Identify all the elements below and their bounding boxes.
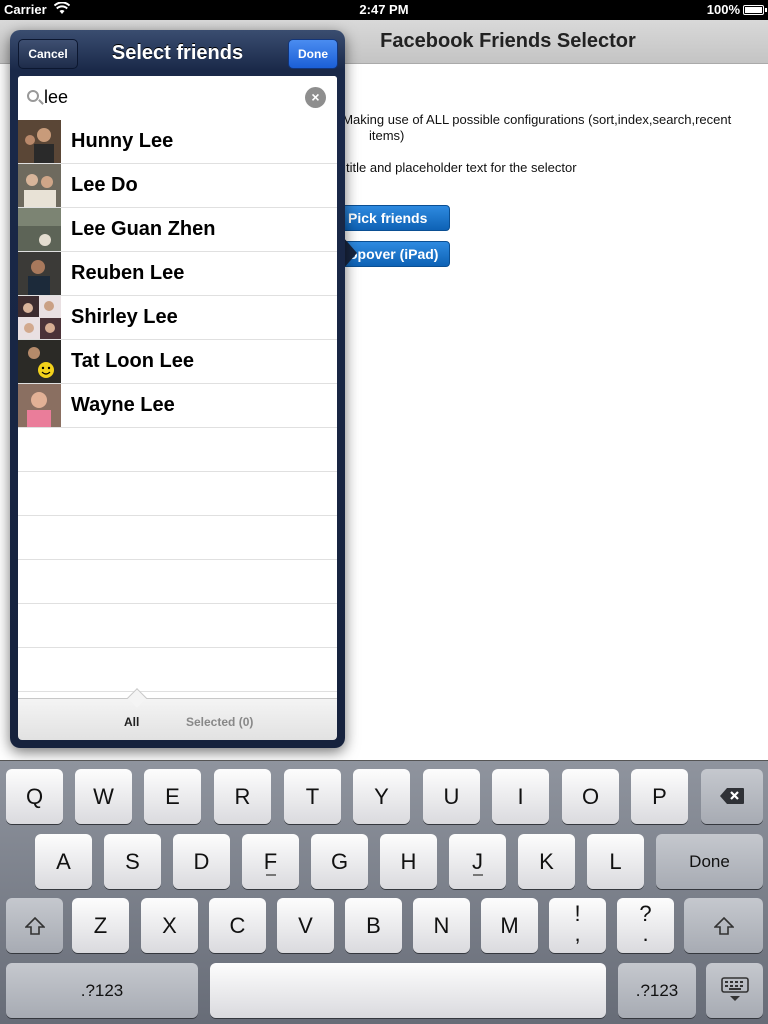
key-b[interactable]: B [345, 898, 402, 953]
key-s[interactable]: S [104, 834, 161, 889]
keyboard-dismiss-icon [720, 977, 749, 1001]
friend-name: Shirley Lee [71, 306, 178, 328]
key-t[interactable]: T [284, 769, 341, 824]
key-o[interactable]: O [562, 769, 619, 824]
friend-name: Lee Do [71, 174, 138, 196]
key-question-period[interactable]: ? . [617, 898, 674, 953]
status-bar: Carrier 2:47 PM 100% [0, 0, 768, 20]
key-e[interactable]: E [144, 769, 201, 824]
key-r[interactable]: R [214, 769, 271, 824]
empty-row [18, 516, 337, 560]
key-x[interactable]: X [141, 898, 198, 953]
search-input[interactable] [44, 87, 304, 108]
avatar [18, 340, 61, 383]
battery-percent: 100% [706, 2, 740, 17]
search-bar: × [18, 76, 337, 120]
shift-icon [23, 916, 46, 935]
backspace-button[interactable] [701, 769, 763, 824]
key-n[interactable]: N [413, 898, 470, 953]
friend-row[interactable]: Hunny Lee [18, 120, 337, 164]
friend-name: Wayne Lee [71, 394, 175, 416]
key-exclamation-comma[interactable]: ! , [549, 898, 606, 953]
empty-row [18, 604, 337, 648]
search-icon [27, 90, 39, 102]
avatar [18, 296, 61, 339]
key-c[interactable]: C [209, 898, 266, 953]
key-p[interactable]: P [631, 769, 688, 824]
key-m[interactable]: M [481, 898, 538, 953]
clear-icon[interactable]: × [305, 87, 326, 108]
key-u[interactable]: U [423, 769, 480, 824]
key-j[interactable]: J [449, 834, 506, 889]
avatar [18, 164, 61, 207]
tab-all[interactable]: All [124, 715, 139, 729]
key-d[interactable]: D [173, 834, 230, 889]
friend-row[interactable]: Wayne Lee [18, 384, 337, 428]
key-k[interactable]: K [518, 834, 575, 889]
friends-popover: Cancel Select friends Done × Hunny Lee L… [10, 30, 345, 748]
avatar [18, 384, 61, 427]
friend-name: Hunny Lee [71, 130, 174, 152]
backspace-icon [720, 788, 744, 804]
key-i[interactable]: I [492, 769, 549, 824]
friend-row[interactable]: Lee Guan Zhen [18, 208, 337, 252]
friend-name: Lee Guan Zhen [71, 218, 216, 240]
empty-row [18, 560, 337, 604]
done-button[interactable]: Done [288, 39, 338, 69]
numbers-key-left[interactable]: .?123 [6, 963, 198, 1018]
empty-row [18, 428, 337, 472]
battery-icon [743, 5, 767, 15]
avatar [18, 120, 61, 163]
empty-row [18, 472, 337, 516]
shift-right-button[interactable] [684, 898, 763, 953]
key-g[interactable]: G [311, 834, 368, 889]
clock: 2:47 PM [359, 2, 409, 17]
friend-row[interactable]: Reuben Lee [18, 252, 337, 296]
key-bottom-char: . [642, 921, 649, 946]
avatar [18, 252, 61, 295]
shift-left-button[interactable] [6, 898, 63, 953]
shift-icon [712, 916, 735, 935]
filter-tab-bar: All Selected (0) [18, 688, 337, 740]
avatar [18, 208, 61, 251]
friend-row[interactable]: Shirley Lee [18, 296, 337, 340]
key-a[interactable]: A [35, 834, 92, 889]
description-line-2: title and placeholder text for the selec… [346, 160, 577, 175]
friend-name: Reuben Lee [71, 262, 185, 284]
key-bottom-char: , [574, 921, 581, 946]
key-w[interactable]: W [75, 769, 132, 824]
key-v[interactable]: V [277, 898, 334, 953]
empty-row [18, 648, 337, 692]
key-z[interactable]: Z [72, 898, 129, 953]
key-l[interactable]: L [587, 834, 644, 889]
key-f[interactable]: F [242, 834, 299, 889]
friend-row[interactable]: Tat Loon Lee [18, 340, 337, 384]
keyboard: Q W E R T Y U I O P A S D F G H J K L Do… [0, 760, 768, 1024]
hide-keyboard-button[interactable] [706, 963, 763, 1018]
friends-list[interactable]: Hunny Lee Lee Do Lee Guan Zhen Reuben Le… [18, 120, 337, 698]
friend-name: Tat Loon Lee [71, 350, 194, 372]
key-y[interactable]: Y [353, 769, 410, 824]
done-key[interactable]: Done [656, 834, 763, 889]
tab-selected[interactable]: Selected (0) [186, 715, 253, 729]
space-bar[interactable] [210, 963, 606, 1018]
key-h[interactable]: H [380, 834, 437, 889]
search-field[interactable]: × [18, 76, 337, 120]
description-line: . Making use of ALL possible configurati… [335, 112, 732, 127]
numbers-key-right[interactable]: .?123 [618, 963, 696, 1018]
pick-friends-button[interactable]: Pick friends [330, 205, 450, 231]
screen: Carrier 2:47 PM 100% Facebook Friends Se… [0, 0, 768, 1024]
popover-arrow [343, 237, 357, 269]
key-q[interactable]: Q [6, 769, 63, 824]
friend-row[interactable]: Lee Do [18, 164, 337, 208]
description-line-continued: items) [369, 128, 405, 143]
